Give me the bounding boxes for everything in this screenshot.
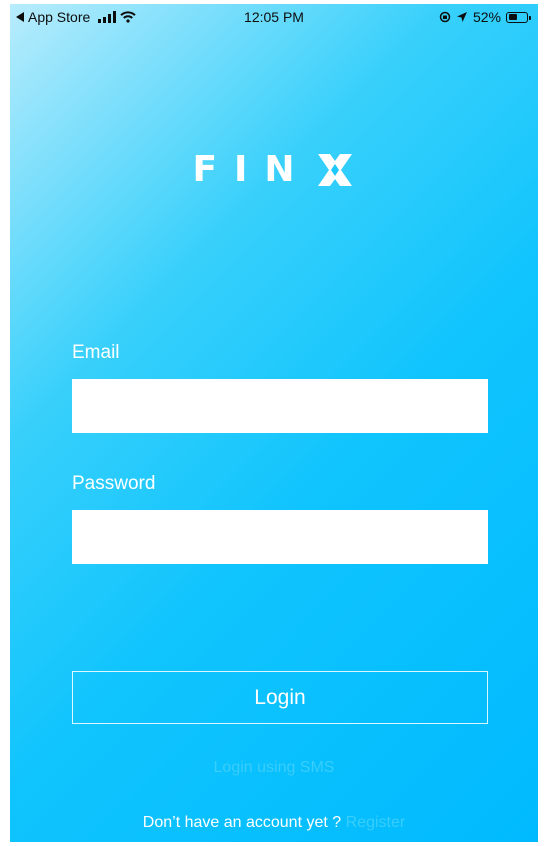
orientation-lock-icon (439, 11, 451, 23)
register-link[interactable]: Register (346, 814, 406, 831)
password-label: Password (72, 473, 156, 494)
status-bar: App Store 12:05 PM 52% (10, 4, 538, 30)
login-screen: App Store 12:05 PM 52% FIN Email Passwor… (10, 4, 538, 842)
no-account-text: Don’t have an account yet ? (142, 814, 342, 831)
logo-x-mark-icon (317, 153, 352, 186)
password-field[interactable] (72, 510, 488, 564)
email-label: Email (72, 342, 120, 363)
login-using-sms-link[interactable]: Login using SMS (10, 759, 538, 777)
battery-cap (529, 15, 531, 20)
login-button[interactable]: Login (72, 671, 488, 724)
battery-icon (506, 11, 531, 23)
logo-wordmark: FIN (192, 149, 312, 190)
battery-level-fill (508, 14, 517, 20)
location-arrow-icon (456, 12, 467, 22)
email-field[interactable] (72, 379, 488, 433)
status-indicators: 52% (439, 9, 531, 25)
register-prompt: Don’t have an account yet ? Register (10, 814, 538, 832)
battery-percent: 52% (472, 9, 501, 25)
fin-logo: FIN (10, 149, 538, 190)
